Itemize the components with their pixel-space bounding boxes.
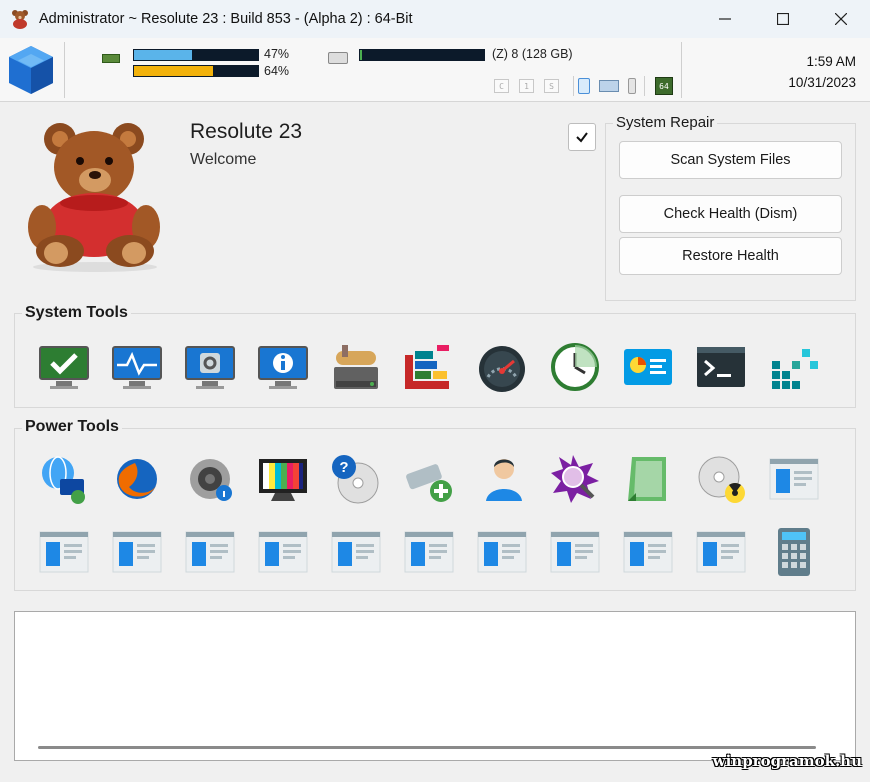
ram-usage-bar bbox=[133, 65, 259, 77]
window-app-icon[interactable] bbox=[330, 526, 382, 578]
main-panel: Resolute 23 Welcome System Repair Scan S… bbox=[0, 103, 870, 782]
cpu-chip-icon bbox=[102, 54, 120, 63]
color-bars-tv-icon[interactable] bbox=[257, 453, 309, 505]
usb-icon[interactable] bbox=[628, 78, 636, 94]
speaker-info-icon[interactable] bbox=[184, 453, 236, 505]
notepad-icon[interactable] bbox=[622, 453, 674, 505]
window-app-icon[interactable] bbox=[403, 526, 455, 578]
system-repair-title: System Repair bbox=[613, 114, 718, 131]
monitor-gear-icon[interactable] bbox=[184, 341, 236, 393]
disk-cleanup-icon[interactable] bbox=[330, 341, 382, 393]
window-title: Administrator ~ Resolute 23 : Build 853 … bbox=[39, 11, 413, 27]
64bit-chip-icon: 64 bbox=[655, 77, 673, 95]
maximize-icon bbox=[777, 13, 789, 25]
monitor-info-icon[interactable] bbox=[257, 341, 309, 393]
drive-icon bbox=[328, 52, 348, 64]
defrag-icon[interactable] bbox=[403, 341, 455, 393]
mini-button-1[interactable]: 1 bbox=[519, 79, 534, 93]
welcome-text: Welcome bbox=[190, 151, 257, 168]
apps-grid-icon[interactable] bbox=[768, 341, 820, 393]
usb-add-icon[interactable] bbox=[403, 453, 455, 505]
options-checkbox[interactable] bbox=[568, 123, 596, 151]
user-profile-icon[interactable] bbox=[476, 453, 528, 505]
clock-date: 10/31/2023 bbox=[788, 75, 856, 90]
system-info-icon[interactable] bbox=[622, 341, 674, 393]
cd-burn-icon[interactable] bbox=[695, 453, 747, 505]
horizontal-scrollbar[interactable] bbox=[38, 746, 816, 749]
window-app-icon[interactable] bbox=[768, 453, 820, 505]
app-name: Resolute 23 bbox=[190, 120, 303, 143]
speedometer-icon[interactable] bbox=[476, 341, 528, 393]
cpu-usage-bar bbox=[133, 49, 259, 61]
calculator-icon[interactable] bbox=[768, 526, 820, 578]
teddy-bear-icon bbox=[10, 9, 30, 29]
monitor-check-icon[interactable] bbox=[38, 341, 90, 393]
teddy-bear-mascot bbox=[20, 117, 170, 272]
window-app-icon[interactable] bbox=[695, 526, 747, 578]
cpu-usage-percent: 47% bbox=[264, 47, 290, 61]
mini-button-s[interactable]: S bbox=[544, 79, 559, 93]
checkmark-icon bbox=[576, 132, 588, 143]
cd-help-icon[interactable]: ? bbox=[330, 453, 382, 505]
resolute-cube-logo[interactable] bbox=[6, 44, 56, 96]
log-output-area[interactable] bbox=[14, 611, 856, 761]
minimize-button[interactable] bbox=[696, 0, 754, 38]
window-app-icon[interactable] bbox=[257, 526, 309, 578]
network-computers-icon[interactable] bbox=[599, 80, 619, 92]
window-app-icon[interactable] bbox=[476, 526, 528, 578]
title-bar[interactable]: Administrator ~ Resolute 23 : Build 853 … bbox=[0, 0, 870, 38]
watermark: winprogramok.hu bbox=[712, 752, 862, 770]
window-app-icon[interactable] bbox=[549, 526, 601, 578]
monitor-pulse-icon[interactable] bbox=[111, 341, 163, 393]
firefox-browser-icon[interactable] bbox=[111, 453, 163, 505]
close-icon bbox=[835, 13, 847, 25]
minimize-icon bbox=[719, 18, 731, 20]
power-tools-title: Power Tools bbox=[22, 418, 122, 436]
magnifier-icon[interactable] bbox=[549, 453, 601, 505]
ram-usage-percent: 64% bbox=[264, 64, 290, 78]
mini-button-c[interactable]: C bbox=[494, 79, 509, 93]
check-health-button[interactable]: Check Health (Dism) bbox=[619, 195, 842, 233]
window-app-icon[interactable] bbox=[184, 526, 236, 578]
scan-system-files-button[interactable]: Scan System Files bbox=[619, 141, 842, 179]
svg-text:?: ? bbox=[339, 459, 348, 476]
network-globe-icon[interactable] bbox=[38, 453, 90, 505]
drive-label: (Z) 8 (128 GB) bbox=[492, 47, 573, 61]
close-button[interactable] bbox=[812, 0, 870, 38]
refresh-icon[interactable] bbox=[578, 78, 590, 94]
terminal-icon[interactable] bbox=[695, 341, 747, 393]
window-app-icon[interactable] bbox=[38, 526, 90, 578]
system-tools-title: System Tools bbox=[22, 304, 131, 322]
drive-usage-bar bbox=[359, 49, 485, 61]
clock-icon[interactable] bbox=[549, 341, 601, 393]
status-strip: 47% 64% (Z) 8 (128 GB) C 1 S 64 1:59 AM … bbox=[0, 38, 870, 102]
window-app-icon[interactable] bbox=[111, 526, 163, 578]
clock-time: 1:59 AM bbox=[806, 54, 856, 69]
window-app-icon[interactable] bbox=[622, 526, 674, 578]
restore-health-button[interactable]: Restore Health bbox=[619, 237, 842, 275]
maximize-button[interactable] bbox=[754, 0, 812, 38]
